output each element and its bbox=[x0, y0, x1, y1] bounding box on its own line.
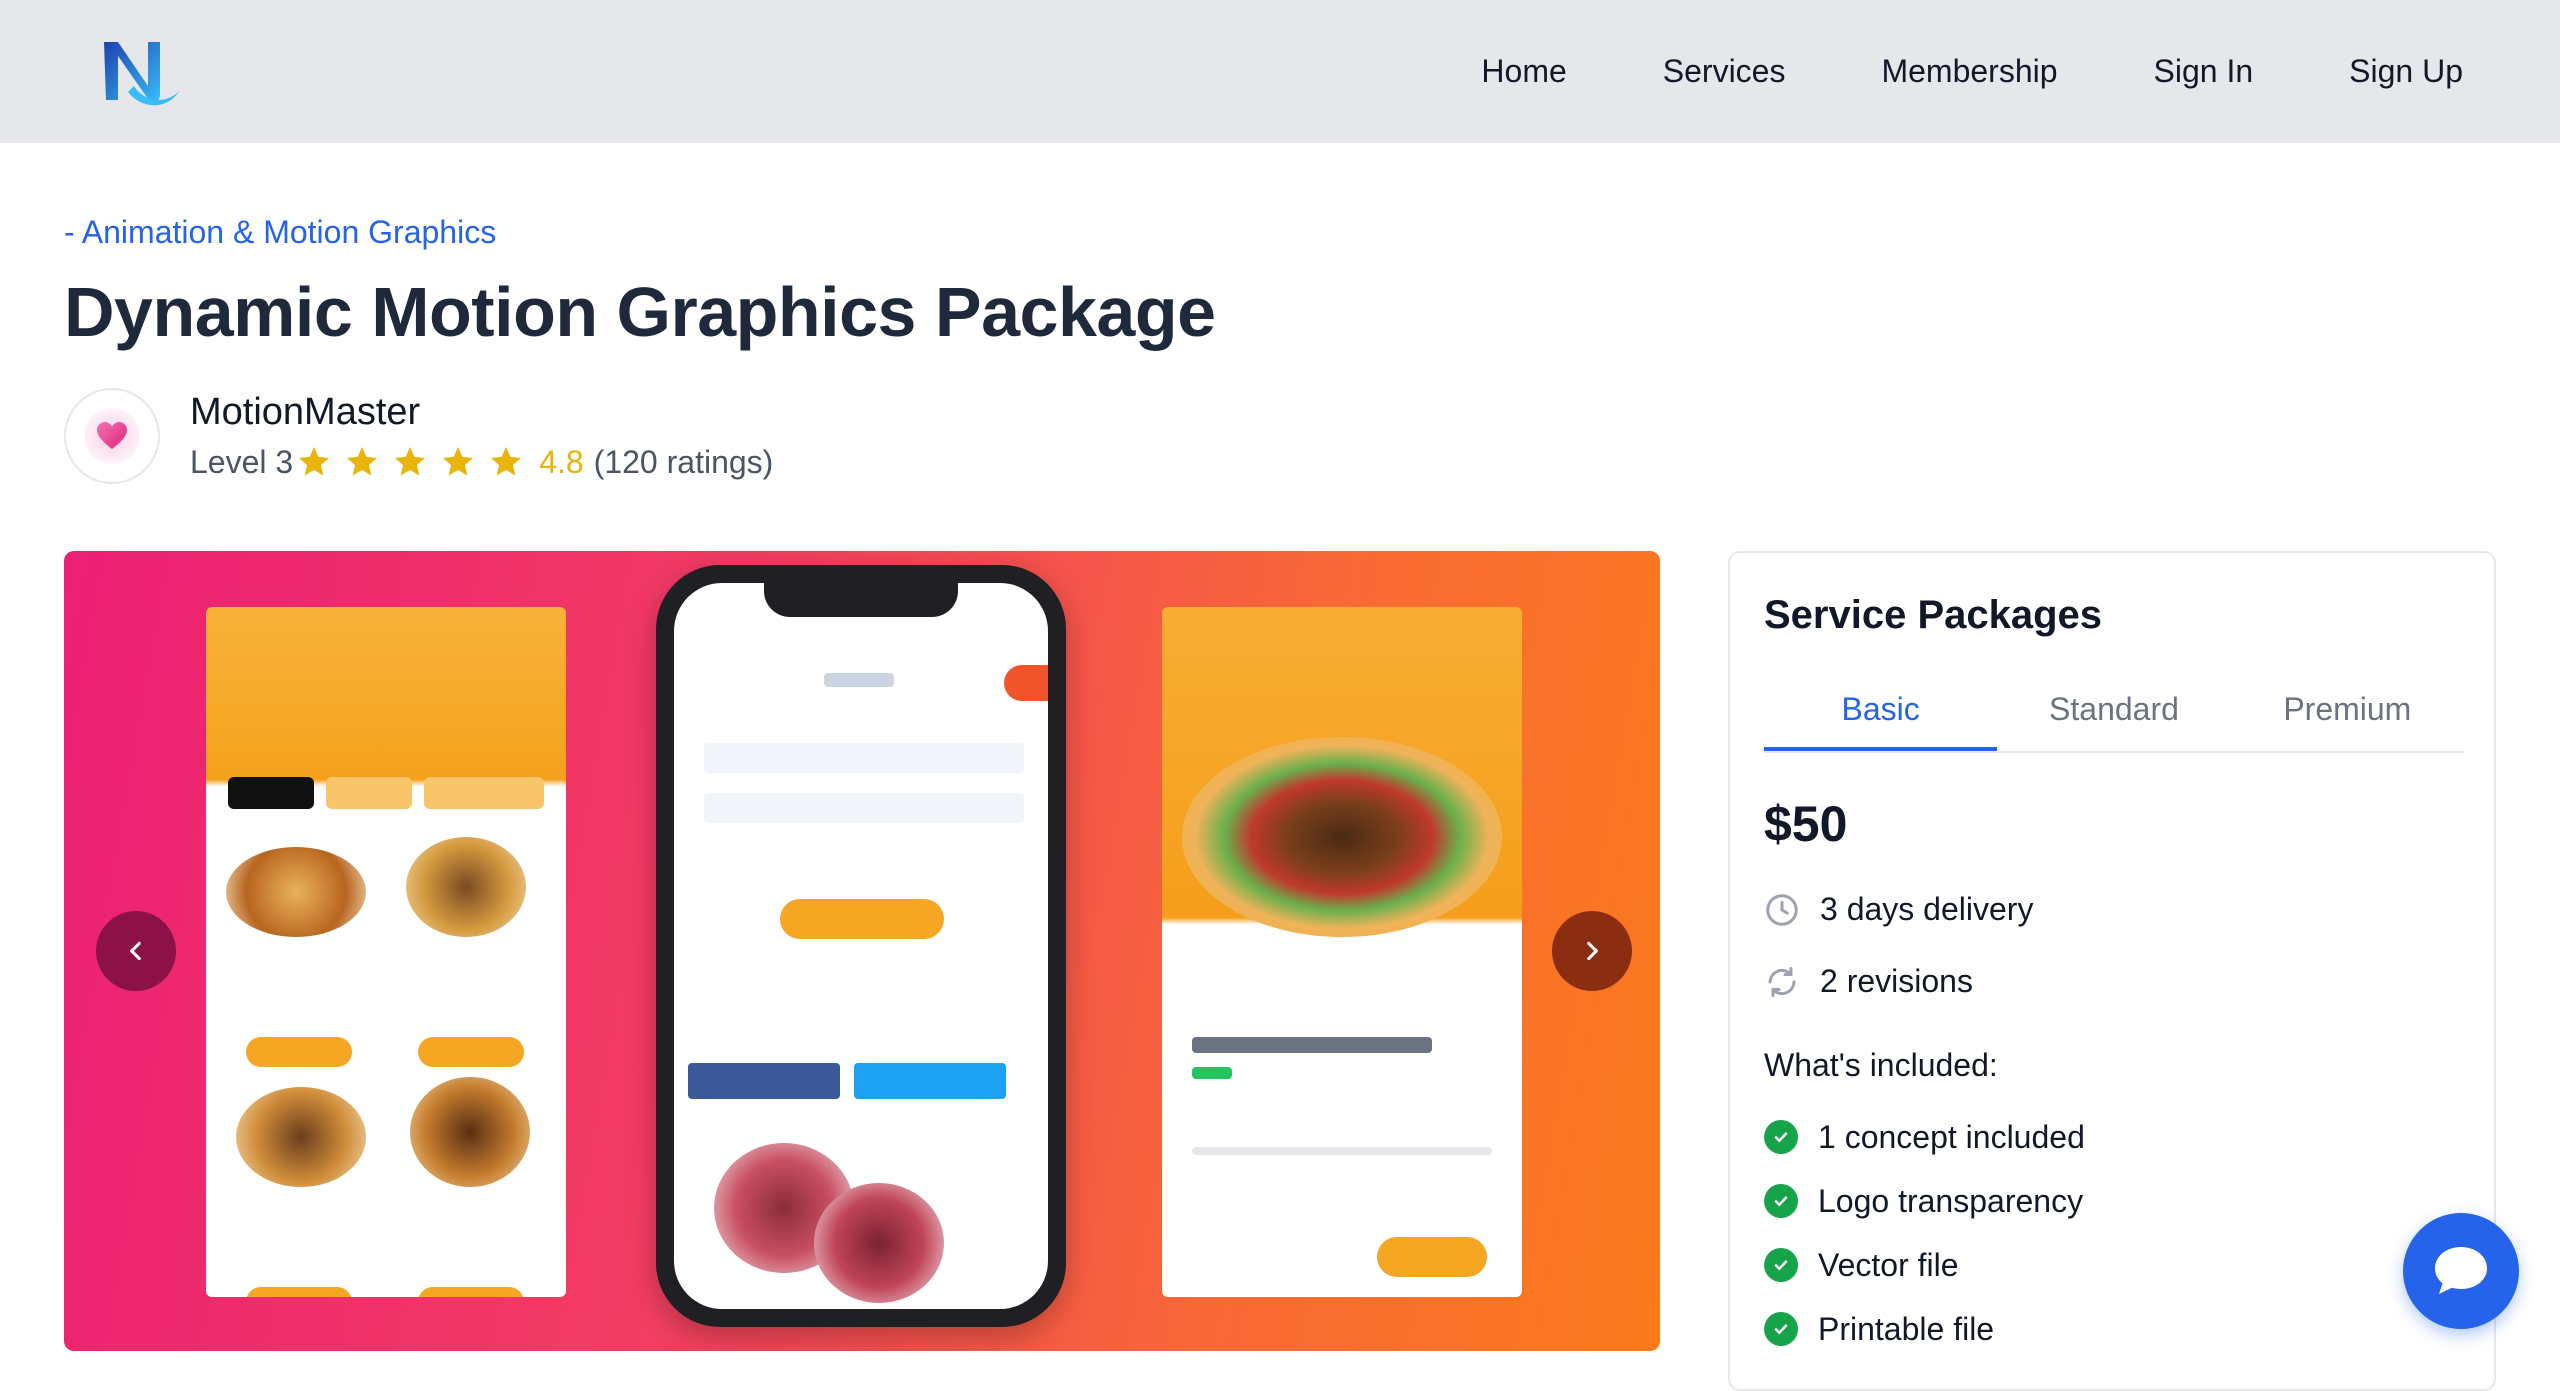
included-item: Vector file bbox=[1764, 1233, 2085, 1297]
food-image bbox=[410, 1077, 530, 1187]
included-item: Printable file bbox=[1764, 1297, 2085, 1361]
avatar[interactable] bbox=[64, 388, 160, 484]
check-icon bbox=[1764, 1184, 1798, 1218]
screen-input bbox=[704, 743, 1024, 773]
screen-text-line bbox=[824, 673, 894, 687]
star-icon bbox=[347, 447, 378, 476]
check-icon bbox=[1764, 1248, 1798, 1282]
seller-info: MotionMaster Level 3 4.8 (120 ratings) bbox=[64, 387, 773, 485]
package-price: $50 bbox=[1764, 796, 1848, 852]
chevron-left-icon bbox=[130, 941, 141, 961]
nav-membership[interactable]: Membership bbox=[1881, 53, 2057, 90]
included-item: Logo transparency bbox=[1764, 1169, 2085, 1233]
refresh-icon bbox=[1768, 966, 1796, 997]
delivery-text: 3 days delivery bbox=[1820, 891, 2034, 927]
star-icon bbox=[491, 447, 522, 476]
included-item-label: Vector file bbox=[1818, 1246, 1959, 1283]
star-icon bbox=[299, 447, 330, 476]
seller-level: Level 3 bbox=[190, 444, 294, 480]
nav-services[interactable]: Services bbox=[1663, 53, 1786, 90]
gallery-prev-button[interactable] bbox=[96, 911, 176, 991]
screen-input bbox=[704, 793, 1024, 823]
top-navbar: Home Services Membership Sign In Sign Up bbox=[0, 0, 2560, 143]
n-logo-icon[interactable] bbox=[98, 34, 182, 110]
included-title: What's included: bbox=[1764, 1047, 1998, 1083]
tab-basic[interactable]: Basic bbox=[1764, 683, 1998, 751]
chat-button[interactable] bbox=[2403, 1213, 2519, 1329]
seller-name[interactable]: MotionMaster bbox=[190, 390, 773, 434]
screen-button bbox=[1004, 665, 1048, 701]
food-image bbox=[236, 1087, 366, 1187]
screen-tab-chip bbox=[424, 777, 544, 809]
check-icon bbox=[1764, 1312, 1798, 1346]
package-tabs: Basic Standard Premium bbox=[1764, 683, 2464, 753]
screen-button bbox=[688, 1063, 840, 1099]
screen-text-line bbox=[1192, 1067, 1232, 1079]
revisions-text: 2 revisions bbox=[1820, 963, 1973, 999]
rating-stars bbox=[295, 444, 525, 480]
included-item-label: 1 concept included bbox=[1818, 1118, 2085, 1155]
screen-button bbox=[418, 1287, 524, 1297]
screen-button bbox=[246, 1037, 352, 1067]
food-image bbox=[226, 847, 366, 937]
ratings-count: (120 ratings) bbox=[593, 444, 774, 480]
screen-text-line bbox=[1192, 1037, 1432, 1053]
phone-notch bbox=[764, 583, 958, 617]
gallery-image-right-screen bbox=[1162, 607, 1522, 1297]
heart-icon bbox=[84, 408, 140, 464]
star-icon bbox=[395, 447, 426, 476]
gallery-carousel[interactable] bbox=[64, 551, 1660, 1351]
rating-value: 4.8 bbox=[539, 444, 584, 480]
food-image bbox=[406, 837, 526, 937]
packages-title: Service Packages bbox=[1764, 593, 2103, 637]
included-list: 1 concept included Logo transparency Vec… bbox=[1764, 1105, 2085, 1361]
main-nav: Home Services Membership Sign In Sign Up bbox=[1481, 0, 2463, 143]
screen-button bbox=[854, 1063, 1006, 1099]
phone-screen bbox=[674, 583, 1048, 1309]
nav-home[interactable]: Home bbox=[1481, 53, 1566, 90]
chat-bubble-icon bbox=[2435, 1247, 2487, 1294]
screen-text-line bbox=[1192, 1147, 1492, 1155]
service-packages-card: Service Packages Basic Standard Premium … bbox=[1728, 551, 2496, 1391]
screen-tab-chip bbox=[326, 777, 412, 809]
check-icon bbox=[1764, 1120, 1798, 1154]
nav-sign-up[interactable]: Sign Up bbox=[2349, 53, 2463, 90]
tab-standard[interactable]: Standard bbox=[1997, 683, 2230, 751]
page-title: Dynamic Motion Graphics Package bbox=[64, 273, 1216, 351]
nav-sign-in[interactable]: Sign In bbox=[2154, 53, 2254, 90]
clock-icon bbox=[1766, 893, 1798, 926]
category-breadcrumb[interactable]: - Animation & Motion Graphics bbox=[64, 214, 496, 251]
revisions-detail: 2 revisions bbox=[1764, 963, 1973, 1000]
tab-premium[interactable]: Premium bbox=[2231, 683, 2464, 751]
screen-tab-chip bbox=[228, 777, 314, 809]
star-icon bbox=[443, 447, 474, 476]
food-image bbox=[814, 1183, 944, 1303]
chevron-right-icon bbox=[1587, 941, 1598, 961]
screen-button bbox=[418, 1037, 524, 1067]
delivery-detail: 3 days delivery bbox=[1764, 891, 2033, 928]
gallery-image-left-screen bbox=[206, 607, 566, 1297]
included-item: 1 concept included bbox=[1764, 1105, 2085, 1169]
screen-button bbox=[246, 1287, 352, 1297]
gallery-next-button[interactable] bbox=[1552, 911, 1632, 991]
food-image bbox=[1182, 737, 1502, 937]
screen-button bbox=[1377, 1237, 1487, 1277]
included-item-label: Printable file bbox=[1818, 1310, 1995, 1347]
screen-button bbox=[780, 899, 944, 939]
gallery-image-phone bbox=[656, 565, 1066, 1327]
included-item-label: Logo transparency bbox=[1818, 1182, 2084, 1219]
